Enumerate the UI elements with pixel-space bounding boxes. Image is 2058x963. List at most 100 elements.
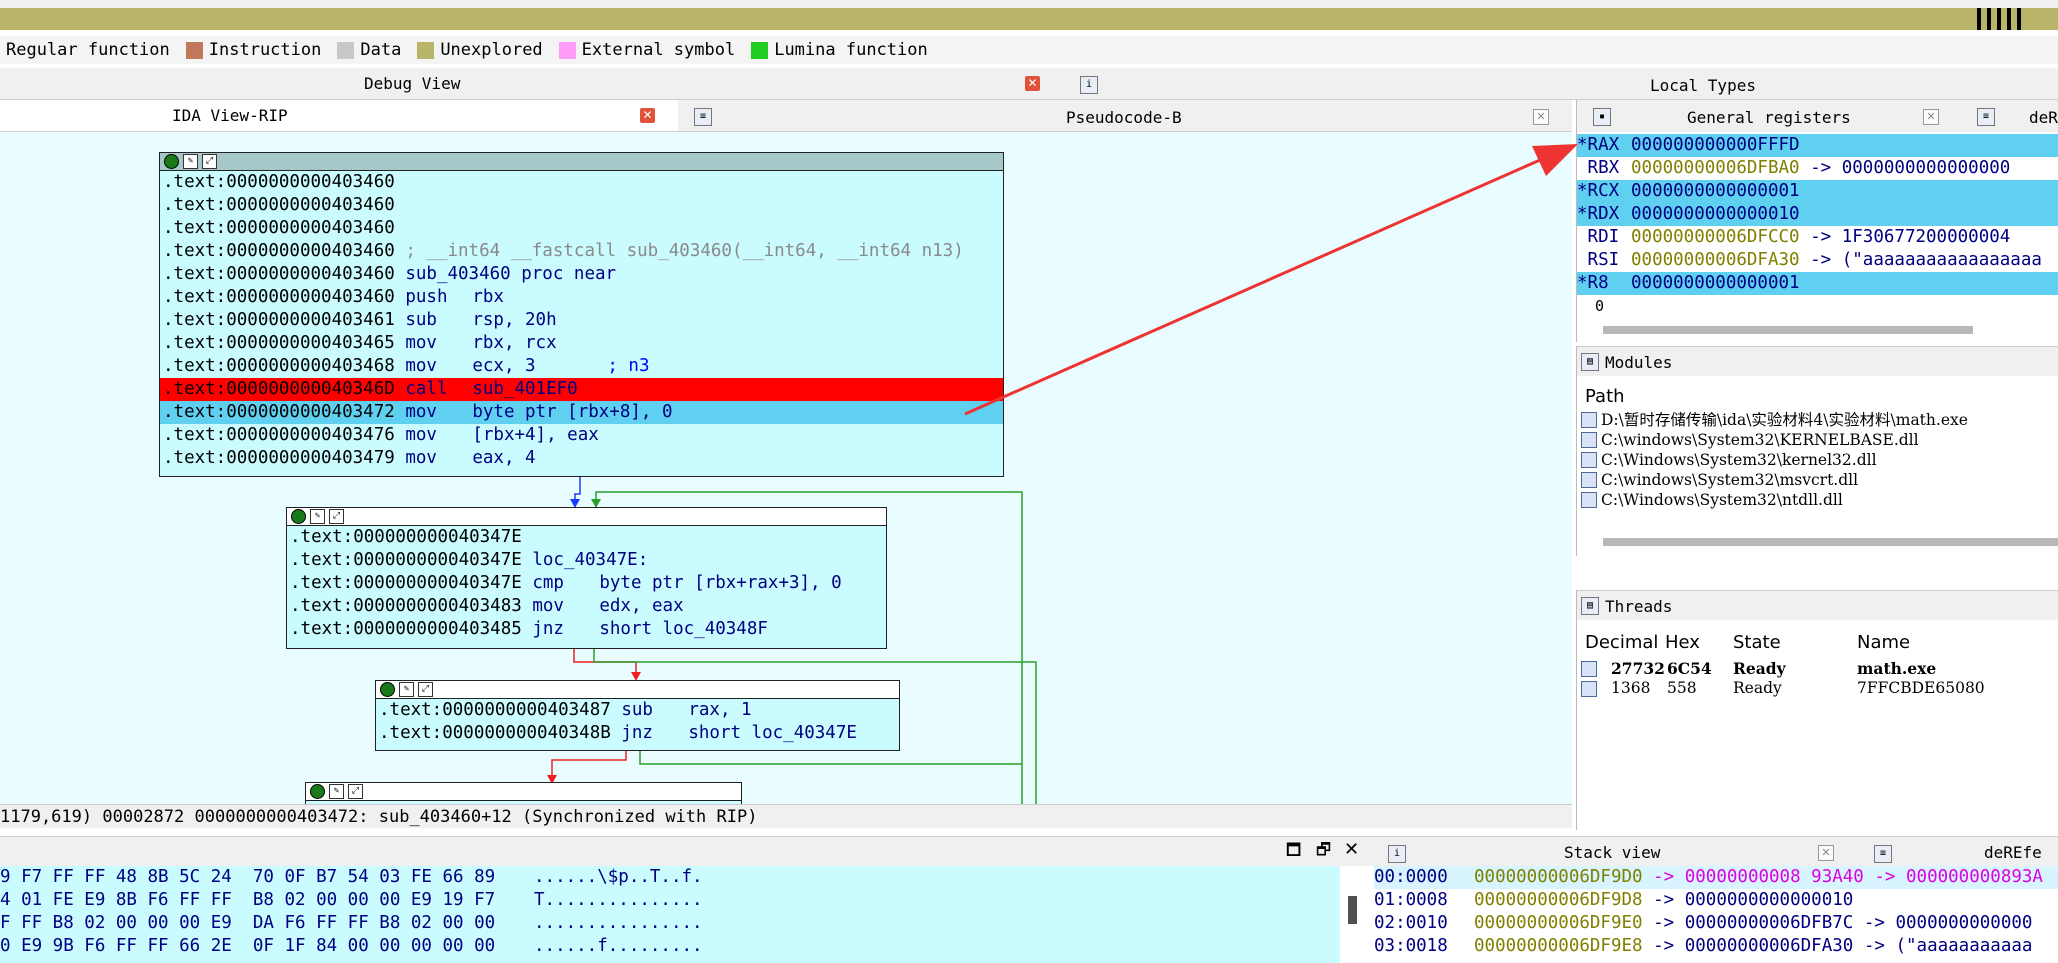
register-row[interactable]: RBX 00000000006DFBA0 -> 0000000000000000 bbox=[1577, 157, 2058, 180]
asm-line[interactable]: .text:000000000040347E bbox=[287, 526, 886, 549]
tab-pseudocode-b[interactable]: Pseudocode-B bbox=[1066, 108, 1182, 127]
hex-row[interactable]: F FF B8 02 00 00 00 E9 DA F6 FF FF B8 02… bbox=[0, 912, 1340, 935]
thread-hex: 558 bbox=[1667, 679, 1697, 697]
navigation-band[interactable] bbox=[0, 0, 2058, 30]
graph-node-403487[interactable]: ✎ ⤢ .text:0000000000403487 sub rax, 1 .tex… bbox=[375, 680, 900, 751]
asm-line[interactable]: .text:0000000000403472 mov byte ptr [rbx+… bbox=[160, 401, 1003, 424]
register-row[interactable]: RDI 00000000006DFCC0 -> 1F30677200000004 bbox=[1577, 226, 2058, 249]
threads-col-decimal[interactable]: Decimal bbox=[1585, 632, 1658, 653]
tab-local-types[interactable]: Local Types bbox=[1650, 76, 1756, 95]
tab-ida-view-rip[interactable]: IDA View-RIP bbox=[172, 106, 288, 125]
node-rename-icon[interactable]: ✎ bbox=[310, 509, 325, 524]
asm-line[interactable]: .text:000000000040347E cmp byte ptr [rbx+… bbox=[287, 572, 886, 595]
register-value[interactable]: 00000000006DFCC0 bbox=[1631, 227, 1800, 247]
tab-debug-view[interactable]: Debug View bbox=[364, 74, 460, 93]
node-color-icon[interactable] bbox=[310, 784, 325, 799]
asm-line[interactable]: .text:000000000040348B jnz short loc_4034… bbox=[376, 722, 899, 745]
graph-node-next[interactable]: ✎ ⤢ bbox=[305, 782, 742, 804]
hex-row[interactable]: 4 01 FE E9 8B F6 FF FF B8 02 00 00 00 E9… bbox=[0, 889, 1340, 912]
threads-col-state[interactable]: State bbox=[1733, 632, 1781, 653]
hex-scroll-thumb[interactable] bbox=[1348, 896, 1357, 924]
asm-line[interactable]: .text:0000000000403460 bbox=[160, 171, 1003, 194]
register-value[interactable]: 00000000006DFBA0 bbox=[1631, 158, 1800, 178]
modules-path-header[interactable]: Path bbox=[1577, 384, 2058, 410]
asm-line[interactable]: .text:0000000000403460 bbox=[160, 217, 1003, 240]
node-group-icon[interactable]: ⤢ bbox=[202, 154, 217, 169]
close-debug-view-button[interactable]: ✕ bbox=[1025, 76, 1040, 91]
ida-graph-view[interactable]: ✎ ⤢ .text:0000000000403460 .text:0000000… bbox=[0, 132, 1572, 804]
close-pseudocode-button[interactable]: ✕ bbox=[1533, 109, 1549, 125]
navigation-band-bar[interactable] bbox=[0, 8, 2058, 30]
hex-row[interactable]: 9 F7 FF FF 48 8B 5C 24 70 0F B7 54 03 FE… bbox=[0, 866, 1340, 889]
thread-row[interactable]: 1368 558 Ready 7FFCBDE65080 bbox=[1577, 678, 2058, 698]
close-registers-button[interactable]: ✕ bbox=[1923, 109, 1939, 125]
tab-derefe[interactable]: deREfe bbox=[1984, 843, 2042, 862]
register-value[interactable]: 0000000000000010 bbox=[1631, 204, 1800, 224]
asm-line[interactable]: .text:0000000000403483 mov edx, eax bbox=[287, 595, 886, 618]
node-color-icon[interactable] bbox=[164, 154, 179, 169]
register-value[interactable]: 000000000000FFFD bbox=[1631, 135, 1800, 155]
stack-row[interactable]: 01:0008 00000000006DF9D8 -> 0000000000000… bbox=[1374, 889, 2058, 912]
asm-line[interactable]: .text:0000000000403461 sub rsp, 20h bbox=[160, 309, 1003, 332]
tab-general-registers[interactable]: General registers bbox=[1687, 108, 1851, 127]
registers-panel[interactable]: *RAX 000000000000FFFD RBX 00000000006DFBA0… bbox=[1576, 132, 2058, 342]
node-rename-icon[interactable]: ✎ bbox=[183, 154, 198, 169]
module-row[interactable]: C:\Windows\System32\ntdll.dll bbox=[1581, 490, 2058, 510]
hex-row[interactable]: 0 E9 9B F6 FF FF 66 2E 0F 1F 84 00 00 00… bbox=[0, 935, 1340, 958]
node-group-icon[interactable]: ⤢ bbox=[329, 509, 344, 524]
node-rename-icon[interactable]: ✎ bbox=[329, 784, 344, 799]
asm-line[interactable]: .text:0000000000403479 mov eax, 4 bbox=[160, 447, 1003, 470]
asm-line[interactable]: .text:0000000000403485 jnz short loc_4034… bbox=[287, 618, 886, 641]
threads-col-name[interactable]: Name bbox=[1857, 632, 1910, 653]
modules-panel[interactable]: Path D:\暂时存储传输\ida\实验材料4\实验材料\math.exe C:… bbox=[1576, 376, 2058, 556]
close-icon[interactable]: ✕ bbox=[1344, 839, 1359, 860]
node-rename-icon[interactable]: ✎ bbox=[399, 682, 414, 697]
close-ida-view-button[interactable]: ✕ bbox=[640, 108, 655, 123]
node-group-icon[interactable]: ⤢ bbox=[348, 784, 363, 799]
node-color-icon[interactable] bbox=[291, 509, 306, 524]
tab-dere[interactable]: deRe bbox=[2029, 108, 2058, 127]
tab-stack-view[interactable]: Stack view bbox=[1564, 843, 1660, 862]
module-row[interactable]: C:\windows\System32\msvcrt.dll bbox=[1581, 470, 2058, 490]
node-group-icon[interactable]: ⤢ bbox=[418, 682, 433, 697]
register-row[interactable]: *RDX 0000000000000010 bbox=[1577, 203, 2058, 226]
graph-node-loc-40347E[interactable]: ✎ ⤢ .text:000000000040347E .text:0000000… bbox=[286, 507, 887, 649]
stack-row[interactable]: 03:0018 00000000006DF9E8 -> 00000000006DF… bbox=[1374, 935, 2058, 958]
asm-line[interactable]: .text:0000000000403460 sub_403460 proc n… bbox=[160, 263, 1003, 286]
modules-hscrollbar[interactable] bbox=[1603, 538, 2058, 546]
module-row[interactable]: C:\windows\System32\KERNELBASE.dll bbox=[1581, 430, 2058, 450]
asm-line[interactable]: .text:0000000000403460 ; __int64 __fastc… bbox=[160, 240, 1003, 263]
module-row[interactable]: C:\Windows\System32\kernel32.dll bbox=[1581, 450, 2058, 470]
register-row[interactable]: *R8 0000000000000001 bbox=[1577, 272, 2058, 295]
tab-threads[interactable]: Threads bbox=[1605, 597, 1672, 616]
register-value[interactable]: 0000000000000001 bbox=[1631, 273, 1800, 293]
asm-line[interactable]: .text:0000000000403468 mov ecx, 3 ; n3 bbox=[160, 355, 1003, 378]
thread-row[interactable]: 27732 6C54 Ready math.exe bbox=[1577, 658, 2058, 678]
register-row[interactable]: *RCX 0000000000000001 bbox=[1577, 180, 2058, 203]
threads-panel[interactable]: Decimal Hex State Name 27732 6C54 Ready mat… bbox=[1576, 620, 2058, 830]
graph-node-sub-403460[interactable]: ✎ ⤢ .text:0000000000403460 .text:0000000… bbox=[159, 152, 1004, 477]
stack-view[interactable]: 00:0000 00000000006DF9D0 -> 00000000008 9… bbox=[1372, 866, 2058, 963]
stack-row[interactable]: 00:0000 00000000006DF9D0 -> 00000000008 9… bbox=[1374, 866, 2058, 889]
register-value[interactable]: 00000000006DFA30 bbox=[1631, 250, 1800, 270]
asm-line[interactable]: .text:0000000000403460 bbox=[160, 194, 1003, 217]
asm-line[interactable]: .text:0000000000403460 push rbx bbox=[160, 286, 1003, 309]
stack-row[interactable]: 02:0010 00000000006DF9E0 -> 00000000006DF… bbox=[1374, 912, 2058, 935]
registers-hscrollbar[interactable] bbox=[1603, 326, 1973, 334]
asm-line[interactable]: .text:000000000040347E loc_40347E: bbox=[287, 549, 886, 572]
tab-modules[interactable]: Modules bbox=[1605, 353, 1672, 372]
asm-line[interactable]: .text:0000000000403465 mov rbx, rcx bbox=[160, 332, 1003, 355]
hex-view[interactable]: 9 F7 FF FF 48 8B 5C 24 70 0F B7 54 03 FE… bbox=[0, 866, 1357, 963]
restore-icon[interactable]: 🗗 bbox=[1316, 839, 1331, 866]
register-row[interactable]: RSI 00000000006DFA30 -> ("aaaaaaaaaaaaaaa… bbox=[1577, 249, 2058, 272]
maximize-icon[interactable]: 🗖 bbox=[1286, 839, 1301, 866]
asm-line[interactable]: .text:000000000040346D call sub_401EF0 bbox=[160, 378, 1003, 401]
node-color-icon[interactable] bbox=[380, 682, 395, 697]
asm-line[interactable]: .text:0000000000403487 sub rax, 1 bbox=[376, 699, 899, 722]
register-value[interactable]: 0000000000000001 bbox=[1631, 181, 1800, 201]
asm-line[interactable]: .text:0000000000403476 mov [rbx+4], eax bbox=[160, 424, 1003, 447]
threads-col-hex[interactable]: Hex bbox=[1665, 632, 1700, 653]
register-row[interactable]: *RAX 000000000000FFFD bbox=[1577, 134, 2058, 157]
close-stack-view-button[interactable]: ✕ bbox=[1818, 845, 1834, 861]
module-row[interactable]: D:\暂时存储传输\ida\实验材料4\实验材料\math.exe bbox=[1581, 410, 2058, 430]
